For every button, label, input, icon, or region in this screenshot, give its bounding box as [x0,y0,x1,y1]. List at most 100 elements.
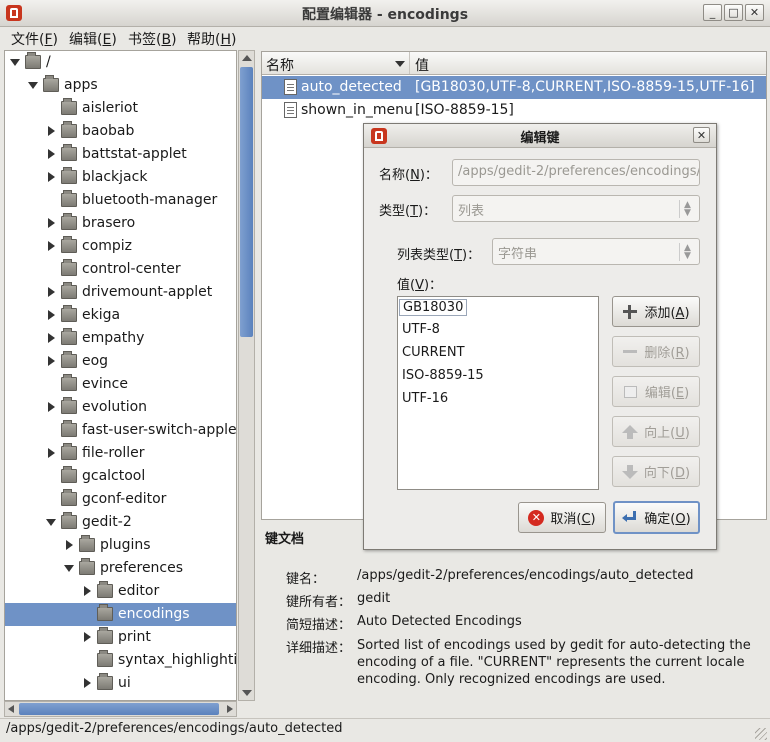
scroll-left-arrow-icon[interactable] [8,705,14,713]
expander-right-icon[interactable] [48,126,55,136]
tree-item-plugins[interactable]: plugins [5,534,236,557]
tree-item-baobab[interactable]: baobab [5,120,236,143]
tree-item-brasero[interactable]: brasero [5,212,236,235]
tree-item-gconf-editor[interactable]: gconf-editor [5,488,236,511]
tree-item-label: syntax_highlighting [118,652,237,668]
value-item[interactable]: CURRENT [402,345,465,360]
tree-item-syntax-highlighting[interactable]: syntax_highlighting [5,649,237,672]
expander-right-icon[interactable] [84,678,91,688]
scroll-up-arrow-icon[interactable] [242,55,252,61]
tree-item-drivemount-applet[interactable]: drivemount-applet [5,281,236,304]
ok-button[interactable]: 确定(O) [613,501,700,534]
add-value-button[interactable]: 添加(A) [612,296,700,327]
move-up-button[interactable]: 向上(U) [612,416,700,447]
maximize-button[interactable]: □ [724,4,743,21]
tree-item-preferences[interactable]: preferences [5,557,236,580]
folder-icon [97,581,113,598]
expander-right-icon[interactable] [84,586,91,596]
tree-item-evince[interactable]: evince [5,373,236,396]
tree-item-label: gconf-editor [82,491,167,507]
tree-item-battstat-applet[interactable]: battstat-applet [5,143,236,166]
key-name: auto_detected [301,79,402,95]
list-row[interactable]: shown_in_menu [ISO-8859-15] [262,99,766,122]
tree-item-bluetooth-manager[interactable]: bluetooth-manager [5,189,236,212]
tree-vertical-scrollbar[interactable] [238,50,255,701]
list-header: 名称 值 [262,52,766,75]
status-bar: /apps/gedit-2/preferences/encodings/auto… [0,718,770,742]
expander-right-icon[interactable] [48,241,55,251]
expander-right-icon[interactable] [84,632,91,642]
sort-chevron-down-icon[interactable] [395,61,405,67]
tree-item-ekiga[interactable]: ekiga [5,304,236,327]
expander-right-icon[interactable] [48,149,55,159]
expander-right-icon[interactable] [48,356,55,366]
edit-value-button[interactable]: 编辑(E) [612,376,700,407]
expander-right-icon[interactable] [48,402,55,412]
value-item[interactable]: UTF-16 [402,391,448,406]
tree-item-gcalctool[interactable]: gcalctool [5,465,236,488]
menu-bookmarks[interactable]: 书签(B) [128,29,177,49]
expander-right-icon[interactable] [48,333,55,343]
tree-item-encodings[interactable]: encodings [5,603,236,626]
tree-item-ui[interactable]: ui [5,672,236,695]
minimize-button[interactable]: _ [703,4,722,21]
tree-item-label: evince [82,376,128,392]
tree-item-empathy[interactable]: empathy [5,327,236,350]
tree-item-control-center[interactable]: control-center [5,258,236,281]
list-row[interactable]: auto_detected [GB18030,UTF-8,CURRENT,ISO… [262,76,766,99]
expander-down-icon[interactable] [46,519,56,526]
tree-item-evolution[interactable]: evolution [5,396,236,419]
expander-right-icon[interactable] [48,310,55,320]
value-item[interactable]: ISO-8859-15 [402,368,484,383]
expander-right-icon[interactable] [48,448,55,458]
column-header-value[interactable]: 值 [415,55,429,75]
tree-item-print[interactable]: print [5,626,236,649]
value-item[interactable]: UTF-8 [402,322,440,337]
tree-horizontal-scrollbar[interactable] [4,701,237,717]
menu-help[interactable]: 帮助(H) [187,29,236,49]
folder-icon [61,282,77,299]
expander-right-icon[interactable] [48,218,55,228]
expander-right-icon[interactable] [48,172,55,182]
tree-item-editor[interactable]: editor [5,580,236,603]
scroll-down-arrow-icon[interactable] [242,690,252,696]
menu-file[interactable]: 文件(F) [11,29,58,49]
tree-item-gedit-2[interactable]: gedit-2 [5,511,236,534]
menu-edit[interactable]: 编辑(E) [69,29,117,49]
value-item[interactable]: GB18030 [399,299,468,316]
tree-item-eog[interactable]: eog [5,350,236,373]
tree-item-label: ui [118,675,131,691]
dialog-close-button[interactable]: ✕ [693,127,710,143]
column-divider [409,52,410,74]
tree-item-compiz[interactable]: compiz [5,235,236,258]
tree-item-file-roller[interactable]: file-roller [5,442,236,465]
directory-tree[interactable]: / apps aisleriot baobab battstat-applet black… [4,50,237,701]
expander-right-icon[interactable] [48,287,55,297]
resize-grip-icon[interactable] [755,728,767,740]
expander-down-icon[interactable] [10,59,20,66]
tree-scroll-thumb[interactable] [240,67,253,337]
tree-hscroll-thumb[interactable] [19,703,219,715]
folder-icon [61,351,77,368]
close-button[interactable]: ✕ [745,4,764,21]
tree-item-apps[interactable]: apps [5,74,236,97]
tree-item-label: file-roller [82,445,145,461]
column-header-name[interactable]: 名称 [266,55,294,75]
expander-right-icon[interactable] [66,540,73,550]
tree-item-blackjack[interactable]: blackjack [5,166,236,189]
scroll-right-arrow-icon[interactable] [227,705,233,713]
type-select[interactable]: 列表 ▲ ▼ [452,195,700,222]
cancel-button[interactable]: ✕ 取消(C) [518,502,606,533]
key-name-field[interactable]: /apps/gedit-2/preferences/encodings/auto… [452,159,700,186]
expander-down-icon[interactable] [28,82,38,89]
expander-down-icon[interactable] [64,565,74,572]
folder-icon [61,213,77,230]
remove-value-button[interactable]: 删除(R) [612,336,700,367]
tree-item-[interactable]: / [5,51,236,74]
move-down-button[interactable]: 向下(D) [612,456,700,487]
values-list[interactable]: GB18030 UTF-8 CURRENT ISO-8859-15 UTF-16 [397,296,599,490]
short-desc-label: 简短描述： [286,618,352,633]
tree-item-fast-user-switch-applet[interactable]: fast-user-switch-applet [5,419,236,442]
tree-item-aisleriot[interactable]: aisleriot [5,97,236,120]
list-type-select[interactable]: 字符串 ▲ ▼ [492,238,700,265]
